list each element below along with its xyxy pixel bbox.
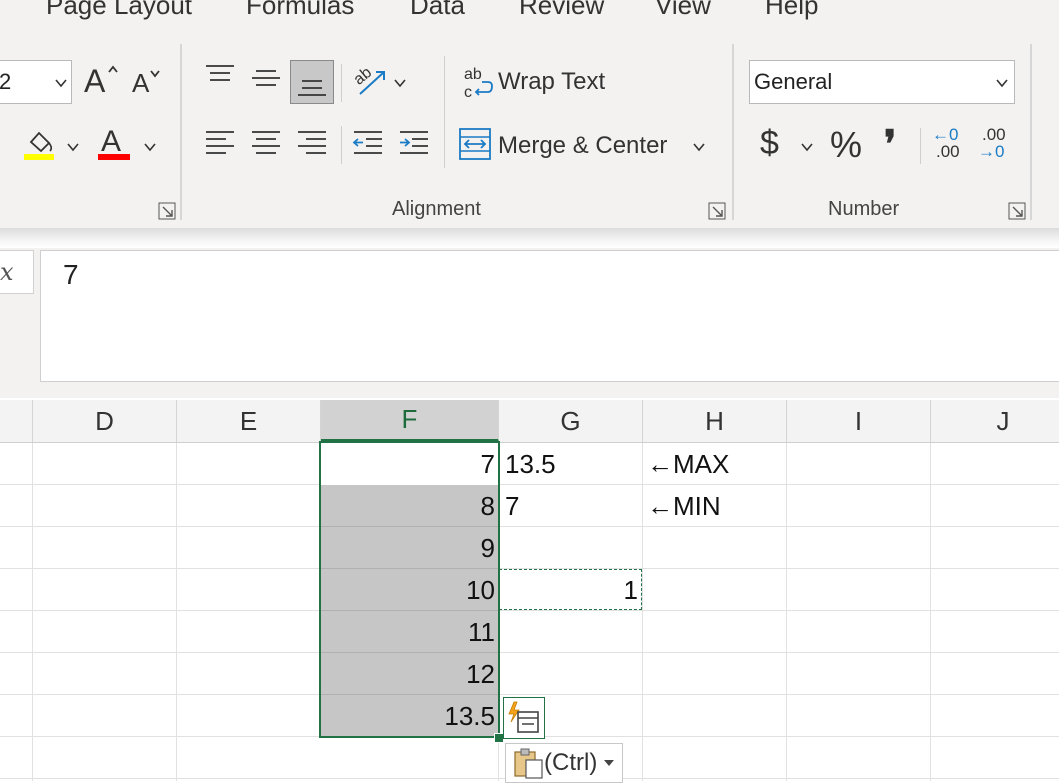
tab-help[interactable]: Help [765,0,818,21]
quick-analysis-button[interactable] [503,697,545,739]
tab-view[interactable]: View [655,0,711,21]
gridline [930,443,931,781]
align-bottom-icon[interactable] [290,60,334,104]
chevron-down-icon[interactable] [801,141,813,153]
increase-decimal-bottom: .00 [936,142,960,161]
decrease-indent-icon[interactable] [352,130,384,158]
chevron-down-icon [55,79,67,88]
gridline [786,443,787,781]
fx-label: x [0,258,14,286]
gridline [642,443,643,781]
align-right-icon[interactable] [296,130,328,158]
tab-review[interactable]: Review [519,0,604,21]
font-grow-icon[interactable]: A [84,60,120,100]
svg-text:A: A [101,125,121,158]
column-header-i[interactable]: I [787,400,931,442]
font-size-value: 2 [0,69,12,94]
alignment-group-label: Alignment [392,198,481,220]
dialog-launcher-icon[interactable] [158,202,176,220]
svg-text:A: A [132,68,150,98]
wrap-text-button[interactable]: Wrap Text [498,68,605,96]
group-separator [732,44,734,220]
column-header-j[interactable]: J [931,400,1059,442]
paste-icon [514,748,543,779]
formula-input[interactable]: 7 [40,250,1059,382]
number-group-label: Number [828,198,900,220]
paste-options-button[interactable]: (Ctrl) [505,743,623,783]
gridline [0,694,1059,695]
column-header-f[interactable]: F [321,400,499,442]
align-center-icon[interactable] [250,130,282,158]
column-header-e[interactable]: E [177,400,321,442]
dialog-launcher-icon[interactable] [708,202,726,220]
cell-h2[interactable]: ←MIN [647,485,783,527]
svg-text:A: A [84,63,106,99]
decrease-decimal-top: .00 [982,125,1006,144]
separator [444,56,445,168]
separator [341,64,342,102]
column-header-h[interactable]: H [643,400,787,442]
group-separator [180,44,182,220]
decrease-decimal-button[interactable]: .00 →0 [978,126,1014,166]
quick-analysis-icon [508,701,539,733]
increase-decimal-top: ←0 [932,125,959,144]
cell-g2[interactable]: 7 [505,485,641,527]
gridline [176,443,177,781]
fill-color-icon[interactable] [22,126,56,162]
gridline [32,443,33,781]
wrap-text-icon[interactable]: ab c [462,64,494,101]
increase-decimal-button[interactable]: ←0 .00 [932,126,968,166]
ribbon [0,0,1059,228]
font-color-icon[interactable]: A [98,124,132,162]
svg-text:ab: ab [464,66,482,83]
caret-down-icon [604,760,615,766]
separator [920,128,921,164]
chevron-down-icon[interactable] [67,141,79,153]
svg-text:c: c [464,84,472,100]
orientation-icon[interactable]: ab [351,60,392,100]
selection-border [319,441,500,738]
chevron-down-icon [996,79,1008,88]
dialog-launcher-icon[interactable] [1008,202,1026,220]
align-left-icon[interactable] [204,130,236,158]
cell-h1[interactable]: ←MAX [647,443,783,485]
paste-options-label: (Ctrl) [544,749,598,776]
svg-text:ab: ab [352,64,375,89]
ribbon-shadow [0,228,1059,248]
chevron-down-icon[interactable] [394,77,406,89]
align-top-icon[interactable] [204,64,236,88]
group-separator [1030,44,1032,220]
increase-indent-icon[interactable] [398,130,430,158]
number-format-dropdown[interactable]: General [749,60,1015,104]
cell-g1[interactable]: 13.5 [505,443,641,485]
font-shrink-icon[interactable]: A [132,64,162,100]
comma-style-button[interactable]: ❜ [884,122,896,167]
insert-function-button[interactable]: x [0,250,34,294]
gridline [0,652,1059,653]
tab-data[interactable]: Data [410,0,465,21]
currency-format-button[interactable]: $ [760,124,779,163]
cell-g4[interactable]: 1 [499,569,638,611]
font-size-dropdown[interactable]: 2 [0,60,72,104]
chevron-down-icon[interactable] [144,141,156,153]
formula-value: 7 [63,259,79,290]
row-header-corner [0,400,33,442]
percent-style-button[interactable]: % [830,124,862,166]
number-format-value: General [754,69,833,94]
merge-center-icon[interactable] [459,128,491,160]
tab-formulas[interactable]: Formulas [246,0,354,21]
merge-center-button[interactable]: Merge & Center [498,132,667,160]
align-middle-icon[interactable] [250,66,282,92]
column-header-d[interactable]: D [33,400,177,442]
decrease-decimal-bottom: →0 [978,142,1005,161]
column-header-g[interactable]: G [499,400,643,442]
separator [341,126,342,164]
chevron-down-icon[interactable] [693,141,705,153]
tab-page-layout[interactable]: Page Layout [46,0,192,21]
